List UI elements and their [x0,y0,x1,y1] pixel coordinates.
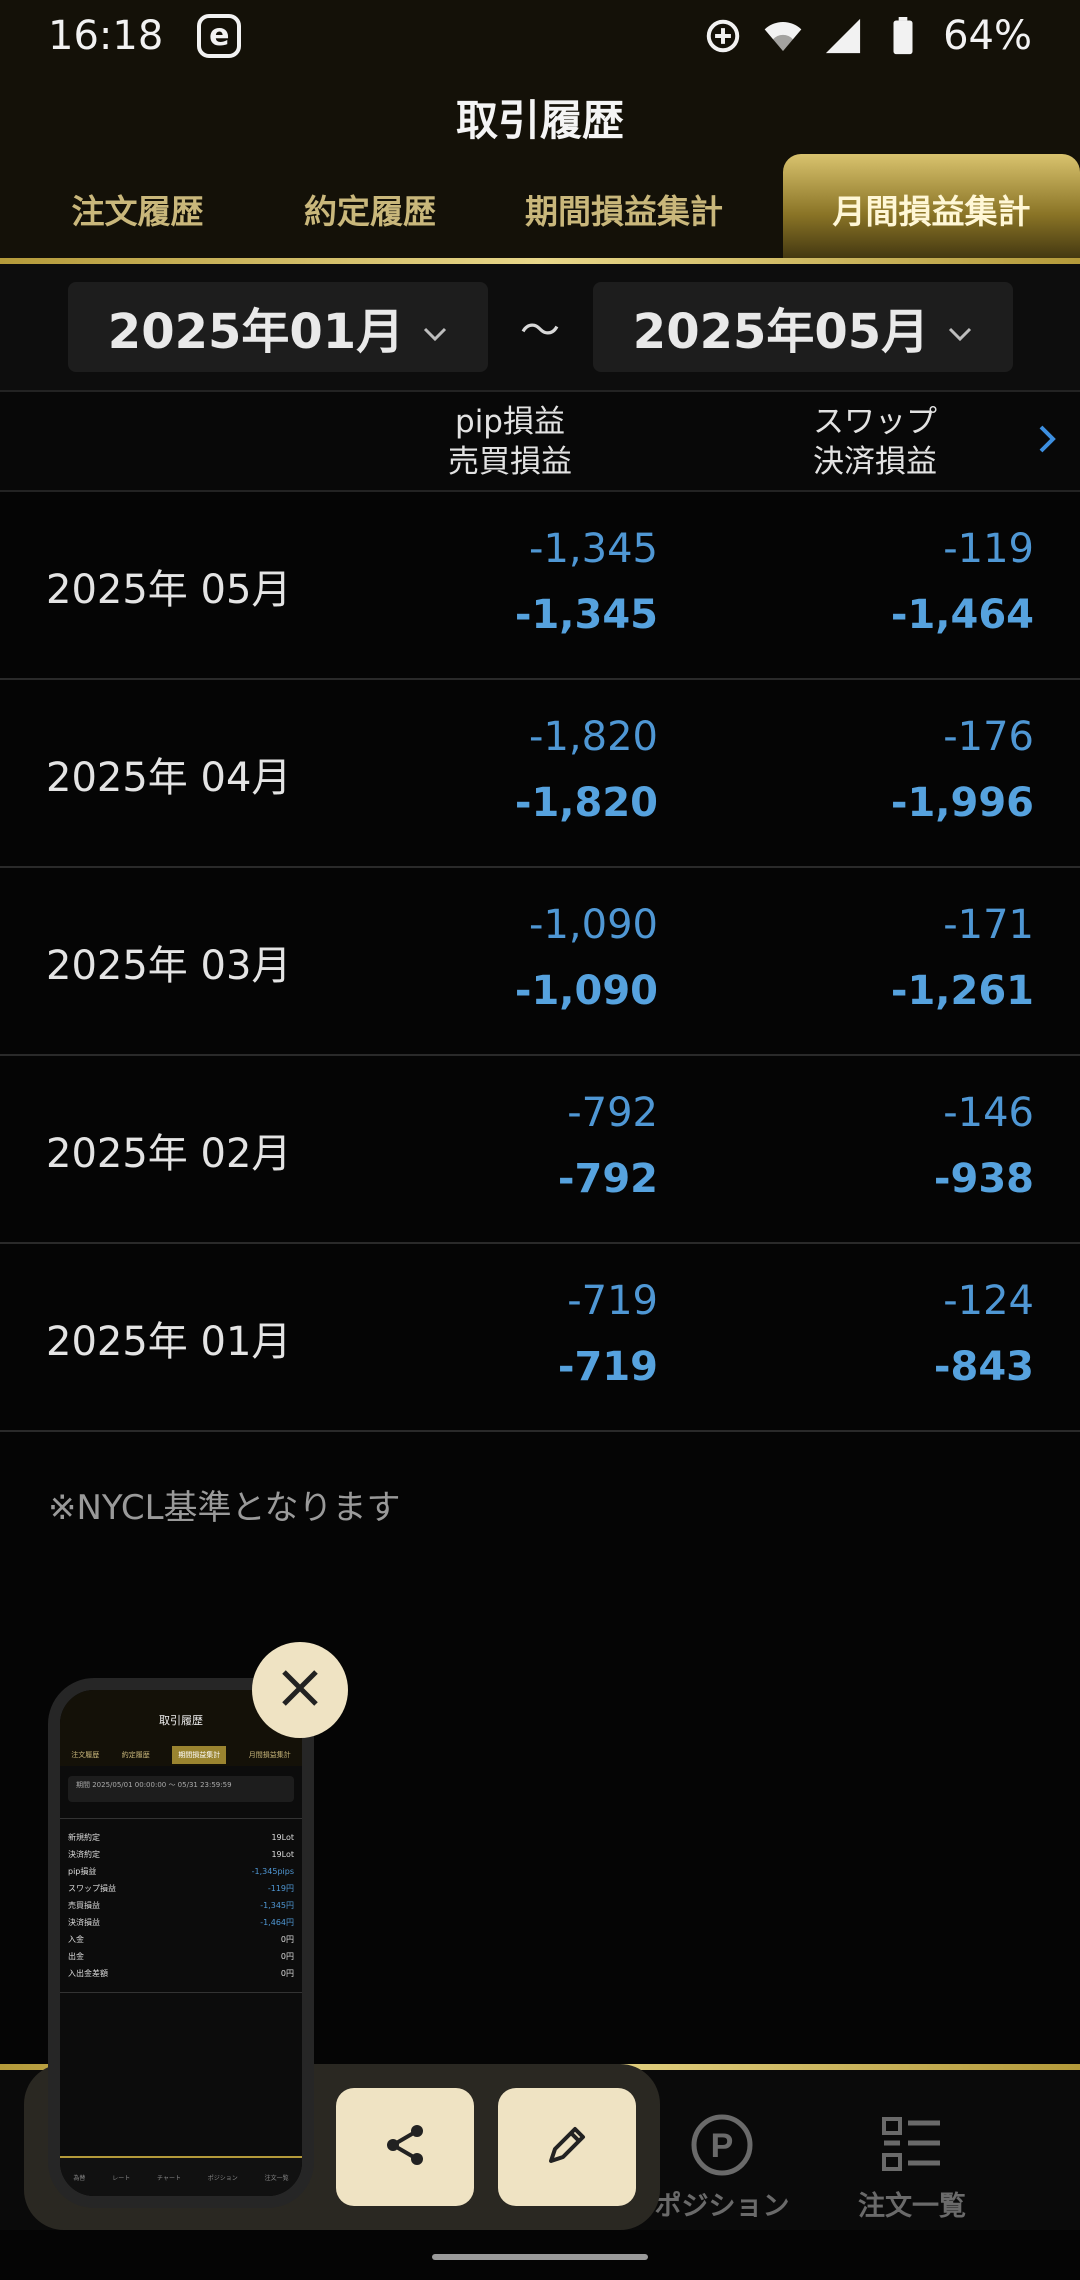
thumbnail-search: 期間 2025/05/01 00:00:00 ～ 05/31 23:59:59 [68,1776,294,1802]
column-pip-label: pip損益 [455,404,565,440]
share-icon [381,2121,429,2173]
table-row[interactable]: 2025年 04月 -1,820 -1,820 -176 -1,996 [0,680,1080,868]
row-trade-pl: -1,345 [514,592,658,638]
app-notification-icon: e [197,14,242,58]
table-header: pip損益 売買損益 スワップ 決済損益 [0,390,1080,492]
monthly-table: 2025年 05月 -1,345 -1,345 -119 -1,464 2025… [0,492,1080,1432]
from-month-select[interactable]: 2025年01月 [68,282,488,372]
list-item: 入金 0円 [68,1935,294,1944]
status-icons: 64% [703,13,1032,59]
svg-text:P: P [711,2127,734,2165]
list-icon [822,2110,1002,2180]
list-item: 売買損益 -1,345円 [68,1901,294,1910]
status-time: 16:18 [48,13,164,59]
row-trade-pl: -1,820 [514,780,658,826]
list-item: 決済損益 -1,464円 [68,1918,294,1927]
tab-execution-history[interactable]: 約定履歴 [275,154,465,264]
row-month: 2025年 03月 [46,943,292,989]
tab-period-pl-summary[interactable]: 期間損益集計 [465,154,783,264]
thumbnail-tab: 注文履歴 [71,1751,100,1759]
close-preview-button[interactable] [252,1642,348,1738]
column-trade-label: 売買損益 [448,444,572,480]
list-item: 入出金差額 0円 [68,1969,294,1978]
nycl-note: ※NYCL基準となります [48,1488,401,1528]
column-swap-label: スワップ [813,404,937,440]
nav-order-list-label: 注文一覧 [858,2191,966,2222]
home-gesture-bar[interactable] [432,2254,648,2260]
thumbnail-tab-active: 期間損益集計 [172,1746,227,1764]
row-settle-pl: -1,464 [890,592,1034,638]
thumbnail-tab: 月間損益集計 [248,1751,291,1759]
page-title: 取引履歴 [455,95,624,145]
row-trade-pl: -719 [557,1344,658,1390]
thumbnail-tabs: 注文履歴 約定履歴 期間損益集計 月間損益集計 [60,1744,302,1766]
row-swap-pl: -176 [943,714,1034,760]
range-separator: 〜 [520,308,560,354]
share-button[interactable] [336,2088,474,2206]
row-month: 2025年 02月 [46,1131,292,1177]
chevron-down-icon [422,299,448,355]
edit-button[interactable] [498,2088,636,2206]
pencil-icon [543,2121,591,2173]
row-pip-pl: -1,090 [529,902,658,948]
thumbnail-tab: 約定履歴 [121,1751,150,1759]
thumbnail-nav: 為替 レート チャート ポジション 注文一覧 [60,2156,302,2196]
row-pip-pl: -719 [567,1278,658,1324]
row-pip-pl: -1,820 [529,714,658,760]
row-month: 2025年 04月 [46,755,292,801]
to-month-select[interactable]: 2025年05月 [593,282,1013,372]
tab-bar: 注文履歴 約定履歴 期間損益集計 月間損益集計 [0,154,1080,264]
column-pip-trade: pip損益 売買損益 [430,402,590,482]
row-trade-pl: -1,090 [514,968,658,1014]
row-trade-pl: -792 [557,1156,658,1202]
row-pip-pl: -792 [567,1090,658,1136]
list-item: 決済約定 19Lot [68,1850,294,1859]
screenshot-thumbnail[interactable]: 取引履歴 注文履歴 約定履歴 期間損益集計 月間損益集計 期間 2025/05/… [48,1678,314,2208]
list-item: pip損益 -1,345pips [68,1867,294,1876]
row-month: 2025年 05月 [46,567,292,613]
row-settle-pl: -1,996 [890,780,1034,826]
date-range-bar: 2025年01月 〜 2025年05月 [0,264,1080,390]
nav-order-list[interactable]: 注文一覧 [822,2110,1002,2223]
tab-order-history[interactable]: 注文履歴 [0,154,275,264]
list-item: 新規約定 19Lot [68,1833,294,1842]
app-header: 取引履歴 [0,72,1080,162]
status-bar: 16:18 e 64% [0,0,1080,72]
row-pip-pl: -1,345 [529,526,658,572]
signal-icon [823,16,863,56]
tab-monthly-pl-summary[interactable]: 月間損益集計 [783,154,1080,264]
row-settle-pl: -1,261 [890,968,1034,1014]
battery-icon [883,16,923,56]
from-month-value: 2025年01月 [107,304,405,360]
row-settle-pl: -843 [933,1344,1034,1390]
table-row[interactable]: 2025年 02月 -792 -792 -146 -938 [0,1056,1080,1244]
row-settle-pl: -938 [933,1156,1034,1202]
table-row[interactable]: 2025年 03月 -1,090 -1,090 -171 -1,261 [0,868,1080,1056]
row-swap-pl: -124 [943,1278,1034,1324]
list-item: スワップ損益 -119円 [68,1884,294,1893]
chevron-down-icon [947,299,973,355]
battery-percent: 64% [943,13,1032,59]
row-swap-pl: -119 [943,526,1034,572]
table-row[interactable]: 2025年 05月 -1,345 -1,345 -119 -1,464 [0,492,1080,680]
thumbnail-content: 取引履歴 注文履歴 約定履歴 期間損益集計 月間損益集計 期間 2025/05/… [60,1690,302,2196]
thumbnail-list: 新規約定 19Lot 決済約定 19Lot pip損益 -1,345pips スワップ… [60,1818,302,1993]
column-settle-label: 決済損益 [813,444,937,480]
to-month-value: 2025年05月 [632,304,930,360]
close-icon [278,1666,322,1714]
list-item: 出金 0円 [68,1952,294,1961]
column-swap-settle: スワップ 決済損益 [800,402,950,482]
row-month: 2025年 01月 [46,1319,292,1365]
data-saver-icon [703,16,743,56]
row-swap-pl: -171 [943,902,1034,948]
chevron-right-icon[interactable] [1036,422,1058,460]
table-row[interactable]: 2025年 01月 -719 -719 -124 -843 [0,1244,1080,1432]
wifi-icon [763,16,803,56]
row-swap-pl: -146 [943,1090,1034,1136]
